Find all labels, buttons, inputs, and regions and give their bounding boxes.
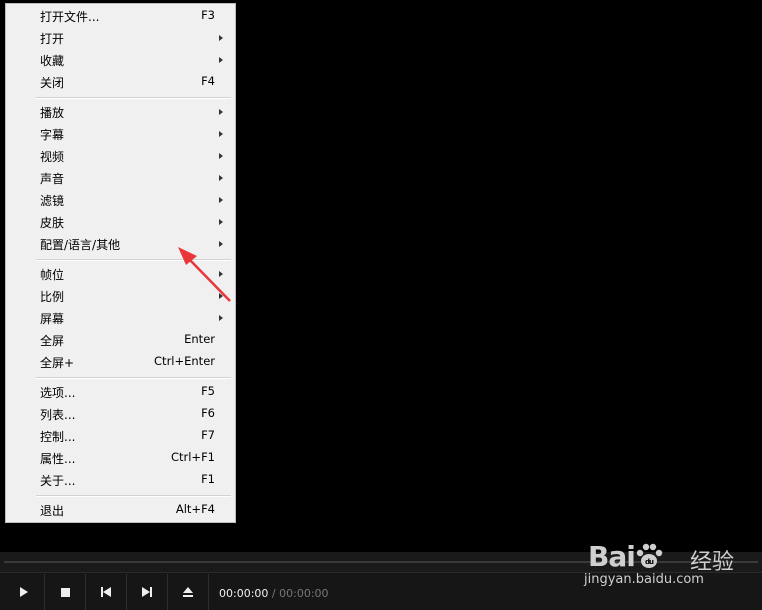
menu-item-label: 关闭	[40, 76, 65, 90]
next-icon	[142, 587, 152, 597]
eject-button[interactable]	[168, 574, 209, 610]
menu-item-label: 滤镜	[40, 194, 65, 208]
menu-item-label: 控制...	[40, 430, 76, 444]
submenu-arrow-icon	[219, 131, 223, 137]
menu-item-fullscreen-plus[interactable]: 全屏+ Ctrl+Enter	[6, 351, 235, 373]
submenu-arrow-icon	[219, 241, 223, 247]
menu-item-label: 属性...	[40, 452, 76, 466]
menu-separator	[36, 259, 231, 261]
menu-item-frame[interactable]: 帧位	[6, 263, 235, 285]
menu-item-shortcut: Enter	[184, 332, 215, 346]
next-button[interactable]	[127, 574, 168, 610]
menu-item-label: 比例	[40, 290, 65, 304]
menu-item-label: 全屏	[40, 334, 65, 348]
menu-item-playback[interactable]: 播放	[6, 101, 235, 123]
context-menu: 打开文件... F3 打开 收藏 关闭 F4 播放 字幕 视频 声音 滤镜 皮肤 配…	[5, 3, 236, 523]
menu-item-properties[interactable]: 属性... Ctrl+F1	[6, 447, 235, 469]
submenu-arrow-icon	[219, 293, 223, 299]
submenu-arrow-icon	[219, 219, 223, 225]
menu-item-about[interactable]: 关于... F1	[6, 469, 235, 491]
menu-item-screen[interactable]: 屏幕	[6, 307, 235, 329]
submenu-arrow-icon	[219, 109, 223, 115]
menu-item-label: 帧位	[40, 268, 65, 282]
menu-item-options[interactable]: 选项... F5	[6, 381, 235, 403]
menu-item-favorites[interactable]: 收藏	[6, 49, 235, 71]
menu-item-label: 退出	[40, 504, 65, 518]
menu-item-label: 列表...	[40, 408, 76, 422]
previous-button[interactable]	[86, 574, 127, 610]
menu-item-label: 打开	[40, 32, 65, 46]
paw-icon: du	[636, 543, 663, 568]
submenu-arrow-icon	[219, 153, 223, 159]
time-separator: /	[271, 587, 276, 600]
menu-item-label: 声音	[40, 172, 65, 186]
menu-item-close[interactable]: 关闭 F4	[6, 71, 235, 93]
menu-item-shortcut: F4	[201, 74, 215, 88]
menu-separator	[36, 377, 231, 379]
submenu-arrow-icon	[219, 57, 223, 63]
baidu-jingyan-watermark: Bai du 经验 jingyan.baidu.com	[582, 526, 752, 596]
menu-item-video[interactable]: 视频	[6, 145, 235, 167]
stop-icon	[60, 587, 70, 597]
menu-item-subtitles[interactable]: 字幕	[6, 123, 235, 145]
menu-item-label: 配置/语言/其他	[40, 238, 121, 252]
menu-item-ratio[interactable]: 比例	[6, 285, 235, 307]
submenu-arrow-icon	[219, 271, 223, 277]
total-time: 00:00:00	[279, 587, 329, 600]
menu-item-label: 打开文件...	[40, 10, 100, 24]
menu-item-control[interactable]: 控制... F7	[6, 425, 235, 447]
play-button[interactable]	[4, 574, 45, 610]
menu-separator	[36, 97, 231, 99]
eject-icon	[183, 587, 193, 597]
menu-item-shortcut: F7	[201, 428, 215, 442]
menu-item-shortcut: Alt+F4	[175, 502, 215, 516]
menu-item-shortcut: F3	[201, 8, 215, 22]
play-icon	[20, 587, 28, 597]
menu-item-shortcut: Ctrl+Enter	[154, 354, 215, 368]
time-display: 00:00:00 / 00:00:00	[219, 587, 329, 600]
menu-item-playlist[interactable]: 列表... F6	[6, 403, 235, 425]
menu-item-fullscreen[interactable]: 全屏 Enter	[6, 329, 235, 351]
stop-button[interactable]	[45, 574, 86, 610]
submenu-arrow-icon	[219, 315, 223, 321]
menu-item-shortcut: F5	[201, 384, 215, 398]
submenu-arrow-icon	[219, 35, 223, 41]
menu-item-label: 播放	[40, 106, 65, 120]
watermark-brand: Bai du	[588, 540, 663, 573]
menu-separator	[36, 495, 231, 497]
previous-icon	[101, 587, 111, 597]
menu-item-label: 选项...	[40, 386, 76, 400]
menu-item-shortcut: F6	[201, 406, 215, 420]
svg-text:du: du	[645, 558, 654, 566]
menu-item-label: 字幕	[40, 128, 65, 142]
menu-item-exit[interactable]: 退出 Alt+F4	[6, 499, 235, 521]
menu-item-label: 收藏	[40, 54, 65, 68]
menu-item-shortcut: F1	[201, 472, 215, 486]
menu-item-shortcut: Ctrl+F1	[170, 450, 215, 464]
submenu-arrow-icon	[219, 197, 223, 203]
menu-item-config-language-other[interactable]: 配置/语言/其他	[6, 233, 235, 255]
menu-item-label: 屏幕	[40, 312, 65, 326]
menu-item-open-file[interactable]: 打开文件... F3	[6, 5, 235, 27]
menu-item-label: 视频	[40, 150, 65, 164]
menu-item-label: 关于...	[40, 474, 76, 488]
menu-item-audio[interactable]: 声音	[6, 167, 235, 189]
submenu-arrow-icon	[219, 175, 223, 181]
menu-item-label: 全屏+	[40, 356, 75, 370]
watermark-url: jingyan.baidu.com	[584, 572, 704, 587]
current-time: 00:00:00	[219, 587, 269, 600]
menu-item-open[interactable]: 打开	[6, 27, 235, 49]
menu-item-skins[interactable]: 皮肤	[6, 211, 235, 233]
menu-item-label: 皮肤	[40, 216, 65, 230]
menu-item-filters[interactable]: 滤镜	[6, 189, 235, 211]
